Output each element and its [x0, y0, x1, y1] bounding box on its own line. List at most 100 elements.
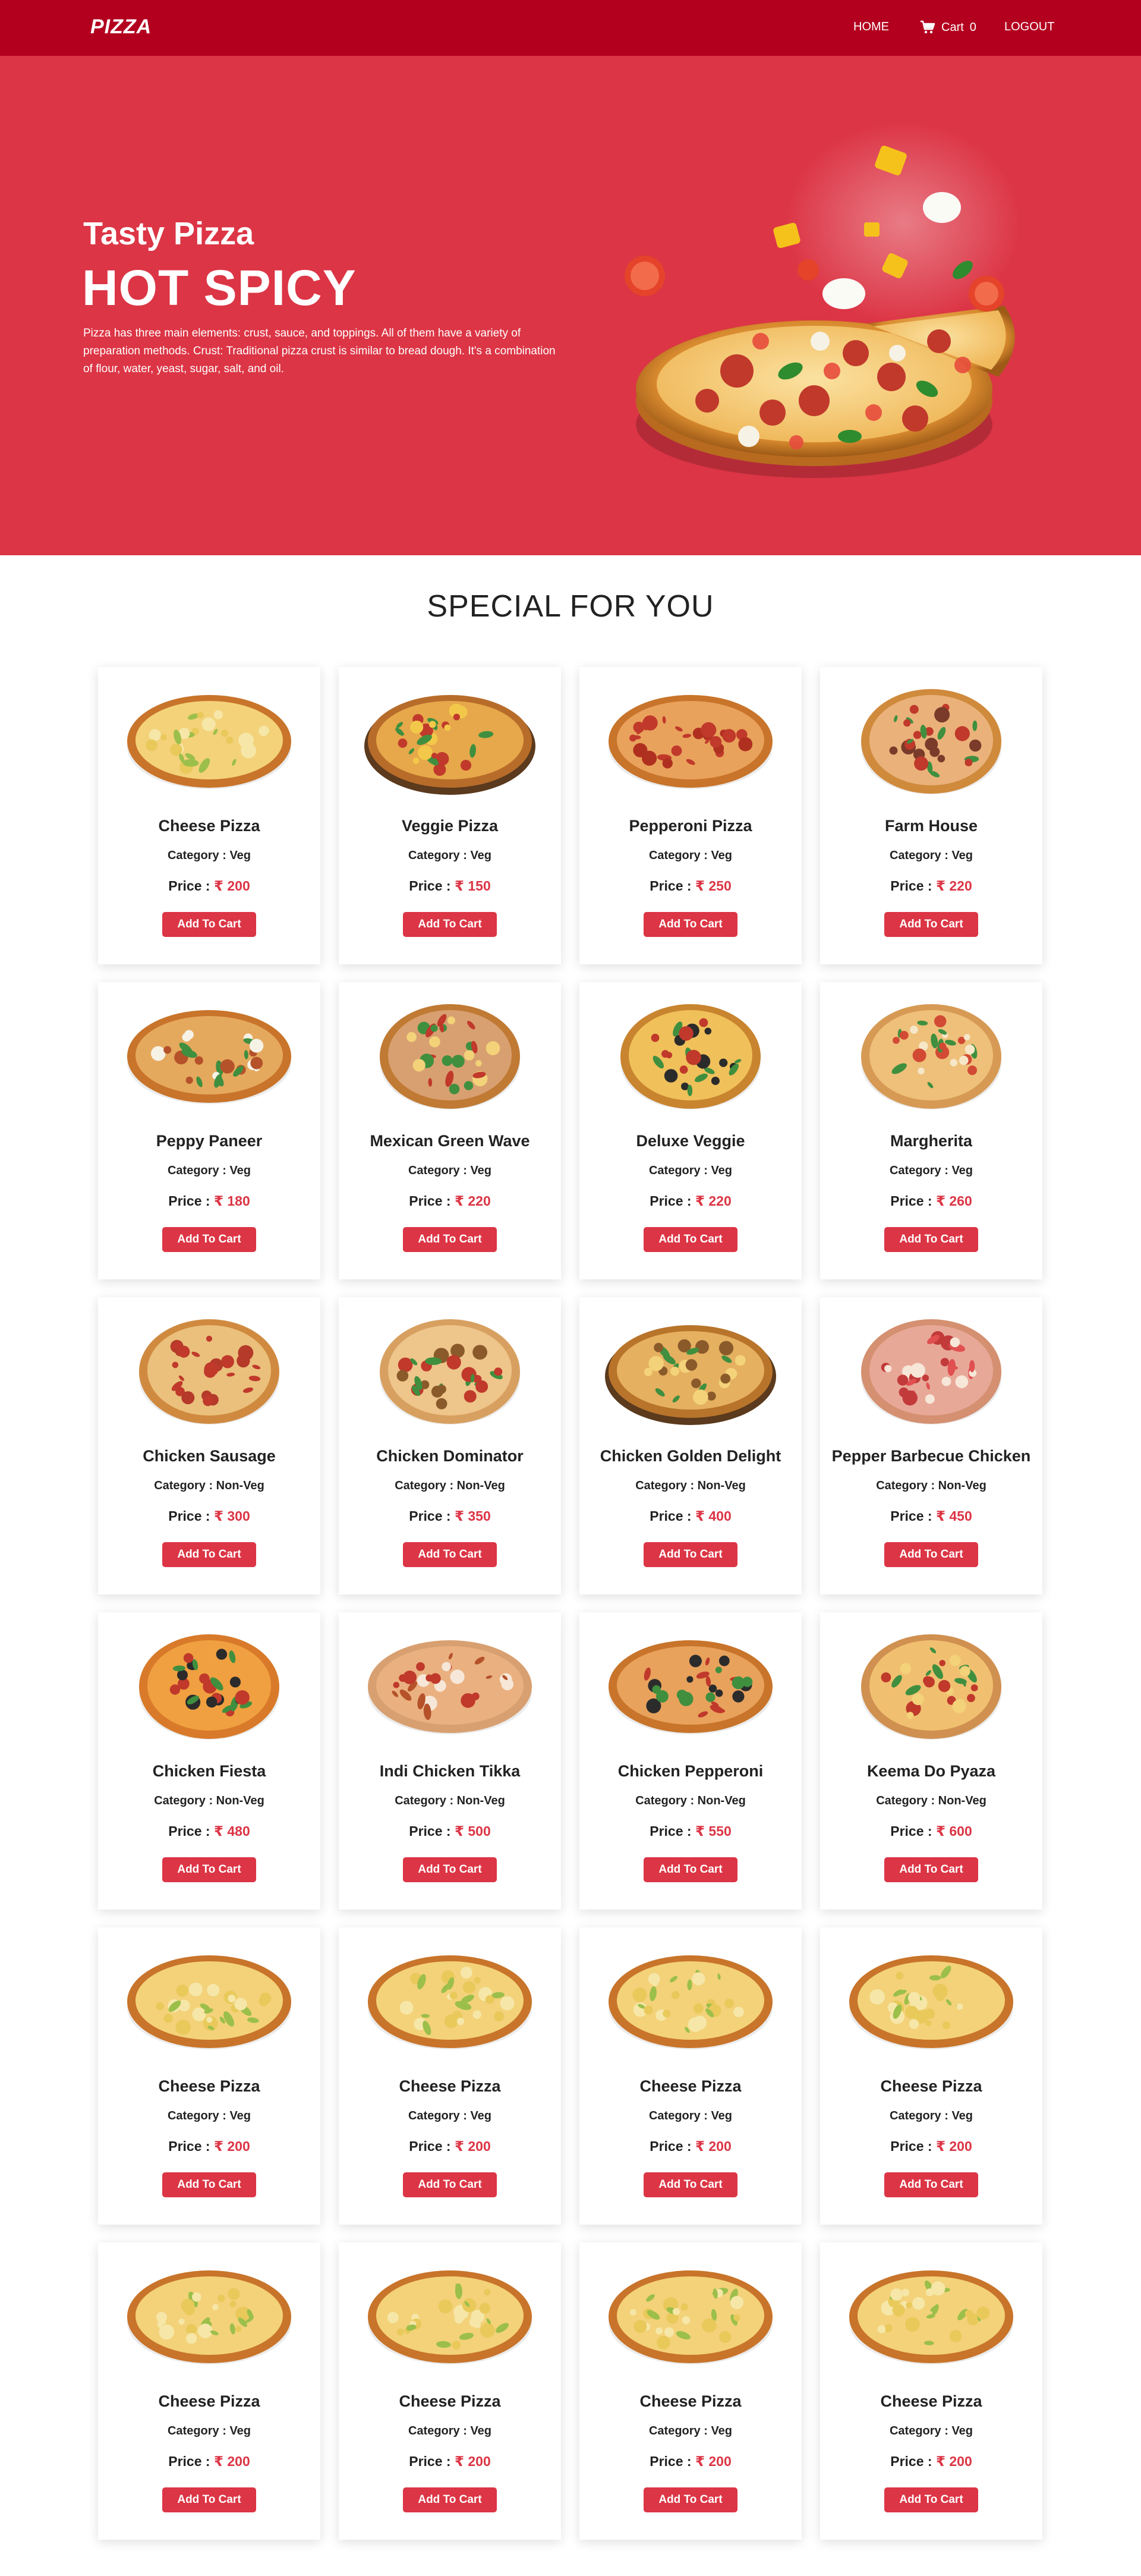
- product-category: Category : Veg: [579, 2424, 802, 2438]
- category-label: Category :: [408, 2424, 471, 2437]
- add-to-cart-button[interactable]: Add To Cart: [162, 1857, 256, 1882]
- category-label: Category :: [648, 1164, 711, 1177]
- currency-symbol: ₹: [213, 878, 223, 894]
- add-to-cart-button[interactable]: Add To Cart: [884, 1227, 978, 1252]
- product-category: Category : Non-Veg: [339, 1794, 561, 1808]
- product-image: [361, 1630, 539, 1743]
- price-value: 200: [708, 2454, 732, 2469]
- price-value: 220: [949, 878, 972, 894]
- price-label: Price :: [650, 1508, 695, 1524]
- add-to-cart-button[interactable]: Add To Cart: [403, 912, 497, 937]
- add-to-cart-button[interactable]: Add To Cart: [644, 2487, 737, 2512]
- product-card: Cheese Pizza Category : Veg Price : ₹ 20…: [98, 2242, 320, 2540]
- add-to-cart-button[interactable]: Add To Cart: [403, 1227, 497, 1252]
- product-card: Peppy Paneer Category : Veg Price : ₹ 18…: [98, 982, 320, 1279]
- add-to-cart-button[interactable]: Add To Cart: [884, 1542, 978, 1567]
- add-to-cart-button[interactable]: Add To Cart: [403, 1857, 497, 1882]
- category-value: Veg: [470, 1164, 492, 1177]
- category-label: Category :: [408, 1164, 471, 1177]
- add-to-cart-button[interactable]: Add To Cart: [884, 2172, 978, 2197]
- price-label: Price :: [168, 2138, 214, 2154]
- add-to-cart-button[interactable]: Add To Cart: [644, 1542, 737, 1567]
- price-label: Price :: [168, 878, 214, 894]
- add-to-cart-button[interactable]: Add To Cart: [162, 912, 256, 937]
- product-image: [120, 1945, 298, 2058]
- product-image: [601, 2260, 780, 2373]
- category-value: Non-Veg: [456, 1479, 505, 1492]
- product-price: Price : ₹ 220: [339, 1193, 561, 1209]
- add-to-cart-button[interactable]: Add To Cart: [403, 1542, 497, 1567]
- price-value: 220: [708, 1193, 732, 1209]
- add-to-cart-button[interactable]: Add To Cart: [884, 912, 978, 937]
- add-to-cart-button[interactable]: Add To Cart: [162, 2172, 256, 2197]
- pizza-icon: [139, 1319, 279, 1425]
- currency-symbol: ₹: [213, 1823, 223, 1839]
- add-to-cart-button[interactable]: Add To Cart: [162, 1227, 256, 1252]
- currency-symbol: ₹: [695, 1508, 705, 1524]
- price-amount: ₹ 300: [214, 1508, 250, 1524]
- product-name: Cheese Pizza: [880, 2077, 982, 2095]
- currency-symbol: ₹: [454, 878, 464, 894]
- currency-symbol: ₹: [935, 2454, 945, 2469]
- price-amount: ₹ 200: [214, 2138, 250, 2154]
- pizza-icon: [609, 1955, 773, 2050]
- currency-symbol: ₹: [935, 2138, 945, 2154]
- category-label: Category :: [167, 2424, 230, 2437]
- product-category: Category : Veg: [339, 2109, 561, 2123]
- pizza-icon: [139, 1634, 279, 1740]
- product-category: Category : Veg: [820, 2424, 1042, 2438]
- product-image: [361, 1945, 539, 2058]
- cart-icon: [921, 20, 935, 34]
- nav-logout-link[interactable]: LOGOUT: [1004, 20, 1054, 34]
- price-label: Price :: [409, 1823, 455, 1839]
- category-value: Veg: [951, 2424, 973, 2437]
- price-amount: ₹ 200: [936, 2138, 972, 2154]
- product-image: [361, 2260, 539, 2373]
- currency-symbol: ₹: [695, 878, 705, 894]
- category-value: Veg: [470, 2424, 492, 2437]
- add-to-cart-button[interactable]: Add To Cart: [884, 1857, 978, 1882]
- add-to-cart-button[interactable]: Add To Cart: [162, 1542, 256, 1567]
- category-label: Category :: [167, 1164, 230, 1177]
- add-to-cart-button[interactable]: Add To Cart: [403, 2172, 497, 2197]
- product-name: Mexican Green Wave: [370, 1132, 530, 1150]
- product-image: [601, 1315, 780, 1428]
- price-value: 550: [708, 1823, 732, 1839]
- add-to-cart-button[interactable]: Add To Cart: [162, 2487, 256, 2512]
- product-price: Price : ₹ 600: [820, 1823, 1042, 1839]
- nav-home-link[interactable]: HOME: [853, 20, 889, 34]
- product-image: [842, 2260, 1020, 2373]
- product-image: [842, 685, 1020, 798]
- product-price: Price : ₹ 480: [98, 1823, 320, 1839]
- price-value: 200: [468, 2454, 491, 2469]
- product-name: Chicken Fiesta: [152, 1762, 266, 1780]
- price-amount: ₹ 200: [695, 2138, 732, 2154]
- product-category: Category : Non-Veg: [820, 1794, 1042, 1808]
- add-to-cart-button[interactable]: Add To Cart: [644, 2172, 737, 2197]
- add-to-cart-button[interactable]: Add To Cart: [644, 912, 737, 937]
- brand-logo[interactable]: PIZZA: [90, 15, 152, 39]
- category-label: Category :: [889, 2424, 952, 2437]
- add-to-cart-button[interactable]: Add To Cart: [884, 2487, 978, 2512]
- add-to-cart-button[interactable]: Add To Cart: [644, 1857, 737, 1882]
- currency-symbol: ₹: [454, 2454, 464, 2469]
- add-to-cart-button[interactable]: Add To Cart: [644, 1227, 737, 1252]
- price-label: Price :: [890, 878, 936, 894]
- currency-symbol: ₹: [454, 1193, 464, 1209]
- category-label: Category :: [889, 2109, 952, 2122]
- product-card: Mexican Green Wave Category : Veg Price …: [339, 982, 561, 1279]
- price-amount: ₹ 200: [455, 2454, 491, 2469]
- currency-symbol: ₹: [454, 1823, 464, 1839]
- pizza-icon: [861, 689, 1001, 795]
- product-category: Category : Non-Veg: [579, 1794, 802, 1808]
- nav-cart-link[interactable]: Cart 0: [920, 20, 976, 34]
- product-image: [361, 685, 539, 798]
- product-name: Peppy Paneer: [156, 1132, 263, 1150]
- product-price: Price : ₹ 300: [98, 1508, 320, 1524]
- add-to-cart-button[interactable]: Add To Cart: [403, 2487, 497, 2512]
- product-price: Price : ₹ 200: [579, 2454, 802, 2470]
- product-category: Category : Veg: [579, 1164, 802, 1178]
- pizza-icon: [127, 1010, 291, 1105]
- product-price: Price : ₹ 200: [820, 2454, 1042, 2470]
- category-label: Category :: [635, 1479, 698, 1492]
